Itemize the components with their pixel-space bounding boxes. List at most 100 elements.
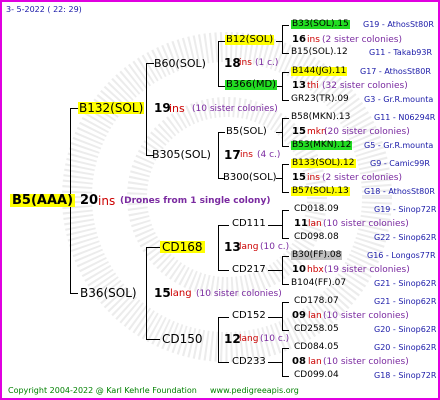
cd152-queen[interactable]: CD152 — [232, 311, 266, 321]
b366-child-1-ref: G17 - AthosSt80R — [360, 67, 431, 76]
cd168-ins-word: lang — [239, 242, 259, 252]
cd168-note: (10 c.) — [260, 242, 290, 252]
tree-line — [282, 256, 289, 257]
tree-line — [146, 247, 160, 248]
tree-line — [282, 238, 289, 239]
b300-child-2[interactable]: B57(SOL).13 — [291, 187, 350, 196]
cd111-child-2[interactable]: CD098.08 — [294, 233, 339, 242]
father-queen[interactable]: B132(SOL) — [78, 102, 145, 114]
b5sol-child-1[interactable]: B58(MKN).13 — [291, 113, 350, 122]
tree-line — [268, 362, 283, 363]
tree-line — [282, 25, 283, 54]
cd111-ins-word: lan — [308, 219, 322, 229]
cd217-queen[interactable]: CD217 — [232, 265, 266, 275]
cd150-queen[interactable]: CD150 — [162, 333, 203, 345]
b5sol-ins-count: 15 — [292, 126, 306, 137]
b5sol-note: (20 sister colonies) — [324, 127, 410, 137]
tree-line — [218, 225, 219, 271]
tree-line — [282, 53, 289, 54]
cd111-child-2-ref: G22 - Sinop62R — [374, 233, 437, 242]
b366-child-1[interactable]: B144(JG).11 — [291, 67, 348, 76]
tree-line — [282, 25, 289, 26]
cd152-ins-word: lan — [308, 311, 322, 321]
root-queen[interactable]: B5(AAA) — [10, 194, 76, 207]
b12-child-2-ref: G11 - Takab93R — [369, 48, 433, 57]
tree-line — [282, 210, 289, 211]
cd152-child-1-ref: G21 - Sinop62R — [374, 297, 437, 306]
cd217-child-2-ref: G21 - Sinop62R — [374, 279, 437, 288]
b5sol-queen[interactable]: B5(SOL) — [226, 127, 267, 137]
b366-ins-word: thi — [307, 81, 319, 91]
cd150-ins-word: lang — [239, 334, 259, 344]
father-ins-word: ins — [169, 102, 185, 115]
b305-ins-count: 17 — [224, 148, 241, 162]
b300-queen[interactable]: B300(SOL) — [223, 173, 277, 183]
tree-line — [218, 362, 229, 363]
tree-line — [218, 132, 219, 179]
tree-line — [146, 63, 147, 156]
b305-queen[interactable]: B305(SOL) — [152, 149, 211, 160]
cd152-child-2-ref: G20 - Sinop62R — [374, 325, 437, 334]
tree-line — [276, 132, 283, 133]
cd168-queen[interactable]: CD168 — [160, 241, 205, 253]
cd111-child-1[interactable]: CD018.09 — [294, 205, 339, 214]
cd233-child-2[interactable]: CD099.04 — [294, 371, 339, 380]
b12-child-2[interactable]: B15(SOL).12 — [291, 48, 348, 57]
cd233-ins-word: lan — [308, 357, 322, 367]
b366-child-2[interactable]: GR23(TR).09 — [291, 95, 349, 104]
cd217-child-1[interactable]: B30(FF).08 — [291, 251, 343, 260]
cd217-child-2[interactable]: B104(FF).07 — [291, 279, 346, 288]
cd233-child-1[interactable]: CD084.05 — [294, 343, 339, 352]
b12-note: (2 sister colonies) — [322, 35, 403, 45]
b366-queen[interactable]: B366(MD) — [225, 80, 278, 90]
mother-ins-word: lang — [170, 288, 192, 299]
tree-line — [70, 108, 78, 109]
cd152-note: (10 sister colonies) — [323, 311, 409, 321]
b12-child-1[interactable]: B33(SOL).15 — [291, 20, 350, 29]
tree-line — [218, 270, 229, 271]
b305-note: (4 c.) — [257, 150, 281, 160]
b300-note: (2 sister colonies) — [322, 173, 403, 183]
tree-line — [282, 100, 289, 101]
tree-line — [282, 284, 289, 285]
b366-ins-count: 13 — [292, 80, 306, 91]
cd217-ins-count: 10 — [292, 264, 306, 275]
cd152-child-1[interactable]: CD178.07 — [294, 297, 339, 306]
tree-line — [282, 302, 289, 303]
b12-ins-count: 16 — [292, 34, 306, 45]
mother-ins-count: 15 — [154, 286, 171, 300]
b366-note: (32 sister colonies) — [322, 81, 408, 91]
cd111-queen[interactable]: CD111 — [232, 219, 266, 229]
cd152-ins-count: 09 — [292, 310, 306, 321]
tree-line — [146, 339, 160, 340]
b5sol-child-2-ref: G5 - Gr.R.mounta — [364, 141, 434, 150]
header-date: 3- 5-2022 ( 22: 29) — [6, 5, 82, 14]
cd150-note: (10 c.) — [260, 334, 290, 344]
cd233-queen[interactable]: CD233 — [232, 357, 266, 367]
tree-line — [70, 293, 78, 294]
b5sol-child-2[interactable]: B53(MKN).12 — [291, 141, 353, 150]
tree-line — [146, 247, 147, 340]
tree-line — [282, 330, 289, 331]
tree-line — [218, 86, 225, 87]
tree-line — [268, 317, 283, 318]
footer-url-link[interactable]: www.pedigreeapis.org — [210, 387, 299, 395]
cd217-note: (19 sister colonies) — [324, 265, 410, 275]
cd152-child-2[interactable]: CD258.05 — [294, 325, 339, 334]
tree-line — [218, 41, 225, 42]
b5sol-child-1-ref: G11 - N06294R — [374, 113, 436, 122]
tree-line — [218, 317, 219, 363]
tree-line — [282, 348, 289, 349]
root-ins-count: 20 — [80, 193, 99, 208]
mother-queen[interactable]: B36(SOL) — [80, 287, 137, 299]
b60-ins-word: ins — [239, 58, 252, 68]
b60-queen[interactable]: B60(SOL) — [154, 58, 206, 69]
cd233-child-2-ref: G18 - Sinop72R — [374, 371, 437, 380]
tree-line — [282, 72, 289, 73]
mother-note: (10 sister colonies) — [196, 289, 282, 299]
cd111-ins-count: 11 — [294, 218, 308, 229]
tree-line — [282, 146, 289, 147]
b300-child-1[interactable]: B133(SOL).12 — [291, 159, 356, 168]
root-drones-note: (Drones from 1 single colony) — [120, 196, 271, 206]
b12-queen[interactable]: B12(SOL) — [225, 35, 275, 45]
